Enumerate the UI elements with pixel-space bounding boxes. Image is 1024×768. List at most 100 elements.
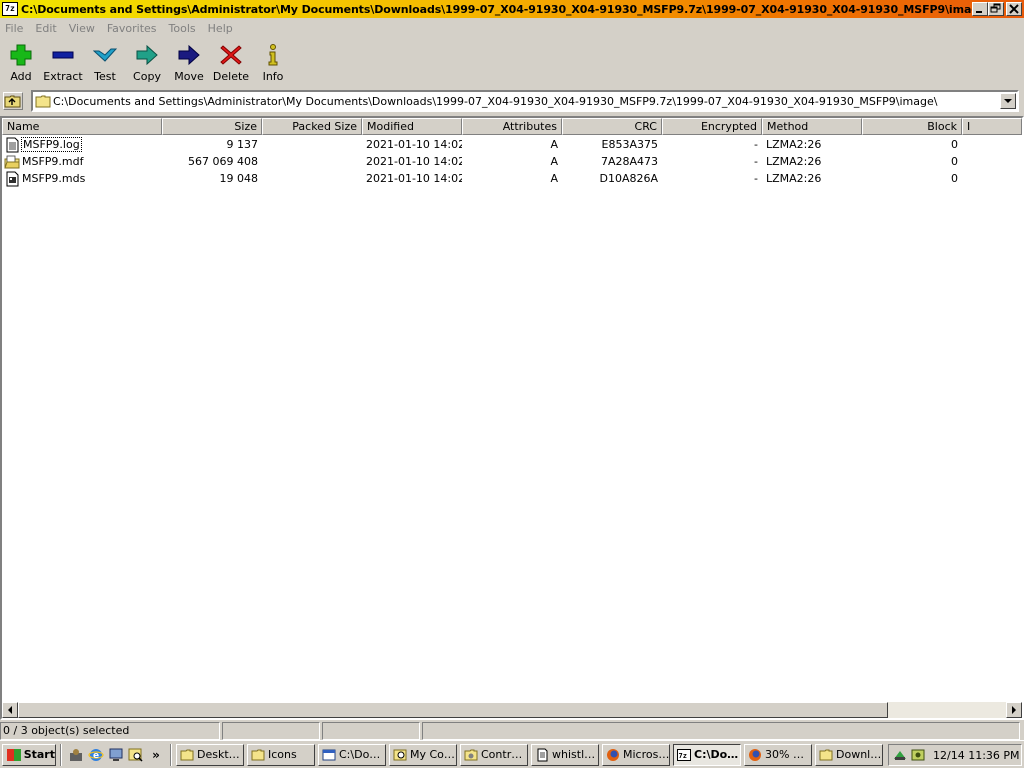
address-combobox[interactable]: C:\Documents and Settings\Administrator\…	[31, 90, 1019, 112]
taskbar-button-7zip[interactable]: 7z C:\Do…	[673, 743, 741, 766]
file-block: 0	[951, 172, 958, 185]
column-header-name[interactable]: Name	[2, 118, 162, 135]
column-header-encrypted[interactable]: Encrypted	[662, 118, 762, 135]
quick-launch-ie[interactable]: e	[86, 745, 106, 765]
scroll-left-button[interactable]	[2, 702, 18, 718]
task-label: Contr…	[481, 748, 523, 761]
column-header-crc[interactable]: CRC	[562, 118, 662, 135]
file-crc: 7A28A473	[600, 155, 658, 168]
taskbar-button-explorer[interactable]: C:\Do…	[318, 743, 386, 766]
firefox-icon	[749, 748, 761, 761]
folder-icon	[819, 749, 833, 760]
windows-flag-icon	[7, 748, 21, 761]
file-method: LZMA2:26	[766, 155, 822, 168]
close-button[interactable]	[1006, 2, 1022, 16]
file-row[interactable]: MSFP9.mds 19 048 2021-01-10 14:02 A D10A…	[2, 170, 962, 187]
file-block: 0	[951, 155, 958, 168]
test-button[interactable]: Test	[84, 40, 126, 84]
file-row[interactable]: MSFP9.log 9 137 2021-01-10 14:02 A E853A…	[2, 136, 962, 153]
column-header-extra[interactable]: I	[962, 118, 1022, 135]
file-packed-size	[262, 170, 362, 187]
minimize-icon	[976, 11, 982, 13]
column-header-size[interactable]: Size	[162, 118, 262, 135]
copy-button[interactable]: Copy	[126, 40, 168, 84]
file-row[interactable]: MSFP9.mdf 567 069 408 2021-01-10 14:02 A…	[2, 153, 962, 170]
file-size: 567 069 408	[188, 155, 258, 168]
menu-edit[interactable]: Edit	[29, 22, 62, 35]
quick-launch-search[interactable]	[126, 745, 146, 765]
text-file-icon	[6, 137, 19, 152]
menu-favorites[interactable]: Favorites	[101, 22, 163, 35]
file-name-cell[interactable]: MSFP9.mdf	[2, 153, 162, 170]
column-header-attributes[interactable]: Attributes	[462, 118, 562, 135]
volume-tray-icon[interactable]	[910, 747, 926, 763]
menu-file[interactable]: File	[0, 22, 29, 35]
column-header-method[interactable]: Method	[762, 118, 862, 135]
title-bar[interactable]: 7z C:\Documents and Settings\Administrat…	[0, 0, 1024, 18]
file-name: MSFP9.mdf	[22, 155, 84, 168]
control-panel-icon	[464, 749, 478, 760]
info-button[interactable]: Info	[252, 40, 294, 84]
7zip-app-icon[interactable]: 7z	[2, 2, 18, 16]
column-header-packed-size[interactable]: Packed Size	[262, 118, 362, 135]
taskbar-button-control-panel[interactable]: Contr…	[460, 743, 528, 766]
file-attributes: A	[550, 172, 558, 185]
add-button[interactable]: Add	[0, 40, 42, 84]
file-method: LZMA2:26	[766, 138, 822, 151]
address-dropdown-button[interactable]	[1000, 93, 1016, 109]
folder-icon	[251, 749, 265, 760]
status-bar: 0 / 3 object(s) selected	[0, 722, 1024, 740]
move-button[interactable]: Move	[168, 40, 210, 84]
taskbar-button-whistler[interactable]: whistl…	[531, 743, 599, 766]
quick-launch-chevron[interactable]: »	[146, 745, 166, 765]
taskbar-separator	[60, 743, 62, 766]
scroll-right-button[interactable]	[1006, 702, 1022, 718]
file-modified: 2021-01-10 14:02	[366, 172, 462, 185]
restore-icon	[990, 3, 1001, 13]
task-label: My Co…	[410, 748, 455, 761]
start-button[interactable]: Start	[2, 743, 56, 766]
selection-status: 0 / 3 object(s) selected	[0, 722, 220, 740]
taskbar-button-download-progress[interactable]: 30% …	[744, 743, 812, 766]
quick-launch-tools[interactable]	[66, 745, 86, 765]
clock[interactable]: 12/14 11:36 PM	[933, 749, 1020, 762]
close-icon	[1009, 4, 1019, 14]
taskbar-button-desktop[interactable]: Deskt…	[176, 743, 244, 766]
disc-image-file-icon	[4, 155, 20, 168]
file-packed-size	[262, 153, 362, 170]
taskbar-button-my-computer[interactable]: My Co…	[389, 743, 457, 766]
delete-button[interactable]: Delete	[210, 40, 252, 84]
file-name-cell[interactable]: MSFP9.mds	[2, 170, 162, 187]
extract-button[interactable]: Extract	[42, 40, 84, 84]
file-name-cell[interactable]: MSFP9.log	[2, 136, 162, 153]
info-label: Info	[262, 70, 284, 83]
menu-view[interactable]: View	[63, 22, 101, 35]
address-bar: C:\Documents and Settings\Administrator\…	[0, 90, 1024, 114]
task-label: C:\Do…	[694, 748, 739, 761]
column-header-row: Name Size Packed Size Modified Attribute…	[2, 118, 1022, 135]
move-arrow-icon	[178, 44, 200, 66]
chevron-right-icon	[1012, 706, 1016, 714]
task-label: Deskt…	[197, 748, 240, 761]
horizontal-scrollbar[interactable]	[2, 702, 1022, 718]
scroll-thumb[interactable]	[18, 702, 888, 718]
file-modified: 2021-01-10 14:02	[366, 138, 462, 151]
taskbar-button-icons[interactable]: Icons	[247, 743, 315, 766]
menu-help[interactable]: Help	[202, 22, 239, 35]
network-tray-icon[interactable]	[892, 747, 908, 763]
file-list[interactable]: Name Size Packed Size Modified Attribute…	[0, 116, 1024, 720]
up-folder-button[interactable]	[3, 92, 23, 110]
address-path[interactable]: C:\Documents and Settings\Administrator\…	[53, 95, 937, 108]
taskbar-button-microsoft[interactable]: Micros…	[602, 743, 670, 766]
column-header-modified[interactable]: Modified	[362, 118, 462, 135]
file-packed-size	[262, 136, 362, 153]
column-header-block[interactable]: Block	[862, 118, 962, 135]
copy-arrow-icon	[136, 44, 158, 66]
folder-icon	[180, 749, 194, 760]
quick-launch-network[interactable]	[106, 745, 126, 765]
menu-tools[interactable]: Tools	[163, 22, 202, 35]
status-panel-4	[422, 722, 1020, 740]
taskbar-button-downloads[interactable]: Downl…	[815, 743, 883, 766]
restore-button[interactable]	[988, 2, 1004, 16]
minimize-button[interactable]	[972, 2, 988, 16]
